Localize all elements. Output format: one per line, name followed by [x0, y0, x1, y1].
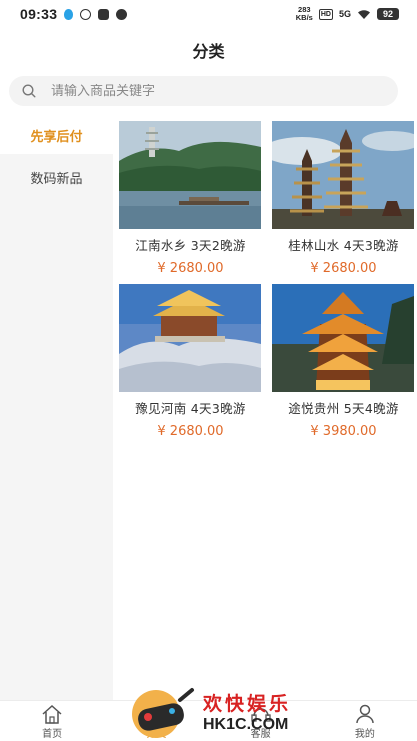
product-card[interactable]: 江南水乡 3天2晚游 ¥ 2680.00 [119, 121, 262, 276]
wifi-icon [358, 9, 370, 19]
sidebar-item-buy-now-pay-later[interactable]: 先享后付 [0, 116, 113, 154]
status-left: 09:33 [20, 6, 128, 22]
product-title: 豫见河南 4天3晚游 [135, 401, 246, 416]
page-title: 分类 [192, 42, 225, 61]
twin-pagodas-photo [272, 121, 414, 229]
signal-indicator: 5G [338, 9, 351, 19]
hd-badge: HD [318, 8, 333, 20]
home-icon [42, 704, 62, 724]
tab-mine[interactable]: 我的 [313, 703, 417, 741]
status-bar: 09:33 283 KB/s HD 5G 92 [0, 0, 417, 28]
product-price: ¥ 3980.00 [310, 424, 377, 439]
sidebar-item-digital-new[interactable]: 数码新品 [0, 158, 113, 196]
lake-pagoda-photo [119, 121, 261, 229]
product-price: ¥ 2680.00 [157, 261, 224, 276]
sidebar-item-label: 数码新品 [30, 171, 83, 187]
wechat-notification-icon [116, 8, 128, 20]
product-title: 桂林山水 4天3晚游 [288, 238, 399, 253]
search-bar[interactable] [9, 76, 398, 106]
drum-tower-photo [272, 284, 414, 392]
tab-label: 首页 [42, 729, 63, 740]
watermark-site: HK1C.COM [203, 716, 289, 733]
net-speed: 283 KB/s [296, 6, 313, 22]
watermark-logo [132, 688, 194, 738]
status-right: 283 KB/s HD 5G 92 [296, 6, 399, 22]
user-icon [356, 704, 374, 724]
product-card[interactable]: 桂林山水 4天3晚游 ¥ 2680.00 [272, 121, 415, 276]
app-notification-icon [80, 8, 92, 20]
product-title: 江南水乡 3天2晚游 [135, 238, 246, 253]
product-card[interactable]: 途悦贵州 5天4晚游 ¥ 3980.00 [272, 284, 415, 439]
product-card[interactable]: 豫见河南 4天3晚游 ¥ 2680.00 [119, 284, 262, 439]
snow-temple-photo [119, 284, 261, 392]
sidebar-item-label: 先享后付 [30, 129, 83, 145]
product-price: ¥ 2680.00 [310, 261, 377, 276]
tab-label: 我的 [354, 729, 375, 740]
product-price: ¥ 2680.00 [157, 424, 224, 439]
search-icon [22, 84, 36, 98]
search-input[interactable] [51, 83, 371, 99]
watermark: 欢快娱乐 HK1C.COM [130, 684, 300, 741]
net-speed-unit: KB/s [295, 13, 313, 22]
qq-notification-icon [64, 8, 74, 20]
status-time: 09:33 [20, 6, 58, 22]
product-title: 途悦贵州 5天4晚游 [288, 401, 399, 416]
category-sidebar: 先享后付 数码新品 [0, 116, 113, 701]
battery-indicator: 92 [377, 8, 399, 20]
watermark-brand: 欢快娱乐 [203, 693, 292, 715]
mail-notification-icon [98, 8, 110, 20]
tab-home[interactable]: 首页 [0, 703, 104, 741]
